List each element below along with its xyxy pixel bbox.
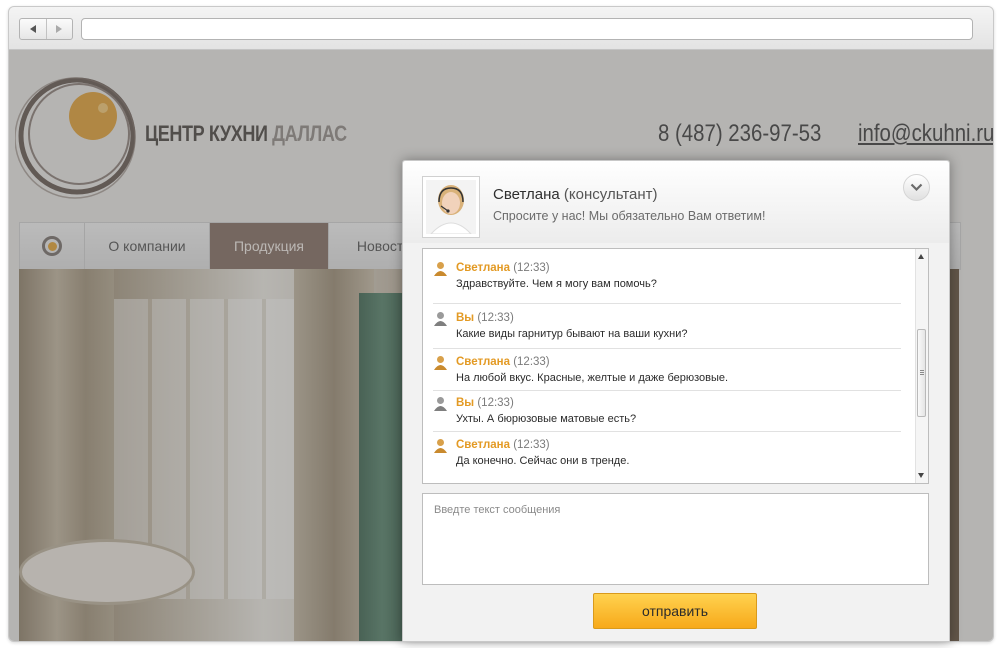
back-button[interactable] xyxy=(20,19,46,39)
message-sender: Вы (12:33) xyxy=(456,397,514,409)
message-time: (12:33) xyxy=(513,356,550,368)
send-button[interactable]: отправить xyxy=(593,593,757,629)
message-divider xyxy=(433,431,901,432)
chat-message-list[interactable]: Светлана (12:33) Здравствуйте. Чем я мог… xyxy=(422,248,929,484)
message-text: Здравствуйте. Чем я могу вам помочь? xyxy=(456,278,657,290)
back-arrow-icon xyxy=(29,25,36,33)
agent-title: Светлана (консультант) xyxy=(493,186,658,203)
user-icon xyxy=(434,397,447,411)
message-text: Ухты. А бюрюзовые матовые есть? xyxy=(456,413,637,425)
message-scrollbar[interactable] xyxy=(915,249,928,483)
user-icon xyxy=(434,312,447,326)
message-divider xyxy=(433,390,901,391)
message-text: На любой вкус. Красные, желтые и даже бе… xyxy=(456,372,729,384)
scroll-up-icon[interactable] xyxy=(918,254,924,259)
scroll-down-icon[interactable] xyxy=(918,473,924,478)
chat-header: Светлана (консультант) Спросите у нас! М… xyxy=(403,161,949,243)
chat-widget: Светлана (консультант) Спросите у нас! М… xyxy=(402,160,950,642)
message-sender: Светлана (12:33) xyxy=(456,262,550,274)
grip-icon xyxy=(920,370,924,371)
message-sender: Светлана (12:33) xyxy=(456,356,550,368)
agent-user-icon xyxy=(434,439,447,453)
message-time: (12:33) xyxy=(513,262,550,274)
browser-toolbar xyxy=(9,7,993,50)
message-divider xyxy=(433,348,901,349)
scrollbar-thumb[interactable] xyxy=(917,329,926,417)
message-time: (12:33) xyxy=(477,312,514,324)
agent-avatar xyxy=(422,176,480,238)
message-text: Да конечно. Сейчас они в тренде. xyxy=(456,455,630,467)
message-input[interactable] xyxy=(422,493,929,585)
agent-user-icon xyxy=(434,356,447,370)
collapse-chat-button[interactable] xyxy=(903,174,930,201)
agent-name: Светлана xyxy=(493,186,560,203)
address-bar[interactable] xyxy=(81,18,973,40)
message-time: (12:33) xyxy=(477,397,514,409)
chevron-down-icon xyxy=(910,183,923,192)
message-sender: Вы (12:33) xyxy=(456,312,514,324)
message-sender: Светлана (12:33) xyxy=(456,439,550,451)
message-text: Какие виды гарнитур бывают на ваши кухни… xyxy=(456,328,688,340)
agent-user-icon xyxy=(434,262,447,276)
history-buttons xyxy=(19,18,73,40)
forward-arrow-icon xyxy=(56,25,63,33)
message-divider xyxy=(433,303,901,304)
message-time: (12:33) xyxy=(513,439,550,451)
agent-role: (консультант) xyxy=(563,186,658,203)
agent-photo-icon xyxy=(426,180,476,235)
forward-button[interactable] xyxy=(45,19,73,39)
agent-subtitle: Спросите у нас! Мы обязательно Вам ответ… xyxy=(493,209,766,223)
